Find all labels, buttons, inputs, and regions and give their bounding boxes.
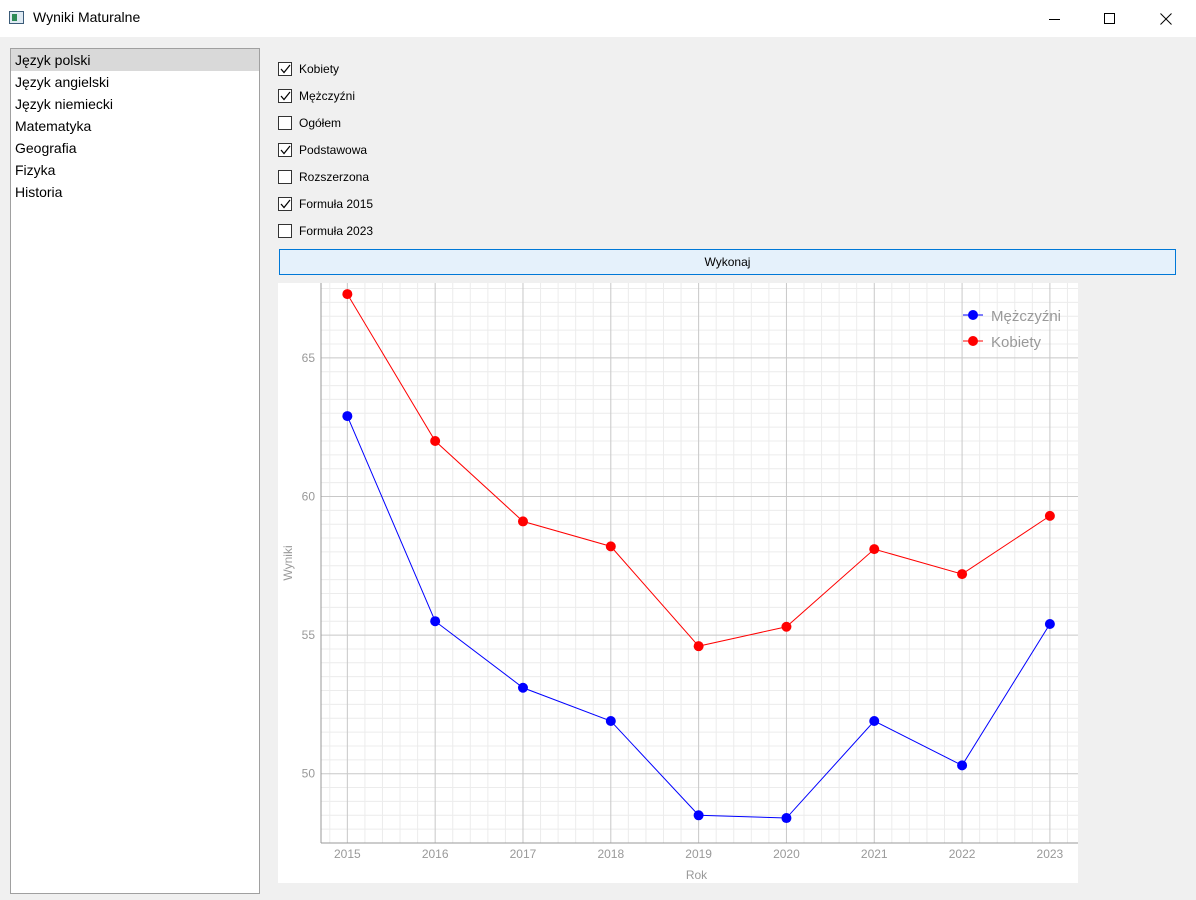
subject-item[interactable]: Matematyka [11, 115, 259, 137]
execute-button[interactable]: Wykonaj [279, 249, 1176, 275]
subject-item[interactable]: Fizyka [11, 159, 259, 181]
app-icon [9, 11, 24, 24]
data-point [781, 621, 792, 632]
close-button[interactable] [1143, 0, 1189, 37]
filter-label: Ogółem [299, 116, 342, 130]
x-axis-title: Rok [686, 868, 708, 882]
filter-checkbox[interactable]: Kobiety [278, 60, 339, 78]
x-tick-label: 2022 [949, 847, 976, 861]
data-point [605, 716, 616, 727]
checkbox-unchecked[interactable] [278, 224, 292, 238]
checkmark-icon [280, 145, 291, 155]
filter-checkbox[interactable]: Formuła 2023 [278, 222, 373, 240]
minimize-icon [1049, 18, 1060, 20]
checkbox-checked[interactable] [278, 89, 292, 103]
x-tick-label: 2018 [597, 847, 624, 861]
maximize-icon [1104, 12, 1115, 24]
subject-item[interactable]: Geografia [11, 137, 259, 159]
subject-item[interactable]: Język polski [11, 49, 259, 71]
subject-item[interactable]: Język angielski [11, 71, 259, 93]
data-point [517, 516, 528, 527]
filter-label: Rozszerzona [299, 170, 370, 184]
data-point [430, 436, 441, 447]
subject-list[interactable]: Język polski Język angielski Język niemiec… [10, 48, 260, 894]
x-tick-label: 2016 [422, 847, 449, 861]
filter-checkbox[interactable]: Formuła 2015 [278, 195, 373, 213]
filter-label: Kobiety [299, 62, 340, 76]
filter-label: Formuła 2023 [299, 224, 374, 238]
data-point [869, 716, 880, 727]
filter-label: Podstawowa [299, 143, 368, 157]
legend-label: Kobiety [991, 334, 1042, 351]
x-tick-label: 2015 [334, 847, 361, 861]
data-point [342, 289, 353, 300]
checkmark-icon [280, 199, 291, 209]
y-tick-label: 55 [302, 628, 316, 642]
data-point [781, 813, 792, 824]
y-axis-title: Wyniki [281, 545, 295, 580]
checkbox-checked[interactable] [278, 62, 292, 76]
checkbox-checked[interactable] [278, 143, 292, 157]
window-title: Wyniki Maturalne [33, 9, 141, 25]
data-point [342, 411, 353, 422]
x-tick-label: 2021 [861, 847, 888, 861]
data-point [957, 569, 968, 580]
legend-marker [968, 310, 978, 320]
legend-marker [968, 336, 978, 346]
minimize-button[interactable] [1032, 0, 1078, 37]
checkbox-unchecked[interactable] [278, 170, 292, 184]
filter-checkbox[interactable]: Ogółem [278, 114, 341, 132]
filter-checkbox[interactable]: Podstawowa [278, 141, 367, 159]
close-icon [1160, 12, 1172, 25]
data-point [430, 616, 441, 627]
data-point [693, 641, 704, 652]
title-bar: Wyniki Maturalne [0, 0, 1196, 37]
y-tick-label: 60 [302, 489, 316, 503]
x-tick-label: 2017 [510, 847, 537, 861]
filter-label: Formuła 2015 [299, 197, 374, 211]
data-point [869, 544, 880, 555]
filter-checkbox[interactable]: Mężczyźni [278, 87, 355, 105]
data-point [517, 682, 528, 693]
maximize-button[interactable] [1087, 0, 1133, 37]
data-point [1044, 618, 1055, 629]
x-tick-label: 2019 [685, 847, 712, 861]
y-tick-label: 50 [302, 767, 316, 781]
data-point [1044, 510, 1055, 521]
results-chart: 50 55 60 65 2015 2016 2017 2018 2019 2020 2021 2022… [278, 283, 1078, 883]
data-point [605, 541, 616, 552]
line-chart: 50 55 60 65 2015 2016 2017 2018 2019 2020 2021 2022… [281, 283, 1078, 882]
data-point [957, 760, 968, 771]
filter-checkbox[interactable]: Rozszerzona [278, 168, 369, 186]
checkbox-checked[interactable] [278, 197, 292, 211]
y-tick-label: 65 [302, 351, 316, 365]
subject-item[interactable]: Historia [11, 181, 259, 203]
data-point [693, 810, 704, 821]
checkmark-icon [280, 91, 291, 101]
filter-label: Mężczyźni [299, 89, 356, 103]
x-tick-label: 2020 [773, 847, 800, 861]
legend-label: Mężczyźni [991, 308, 1061, 325]
subject-item[interactable]: Język niemiecki [11, 93, 259, 115]
x-tick-label: 2023 [1037, 847, 1064, 861]
checkmark-icon [280, 64, 291, 74]
checkbox-unchecked[interactable] [278, 116, 292, 130]
